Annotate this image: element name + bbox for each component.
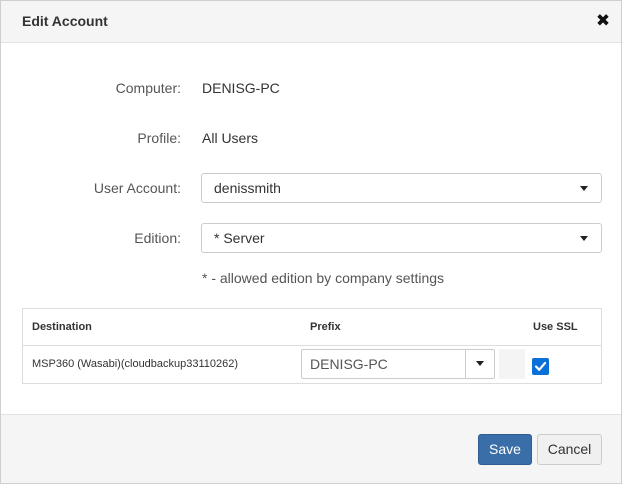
table-header: Destination Prefix Use SSL [23,309,601,346]
user-account-select[interactable]: denissmith [201,173,602,203]
chevron-down-icon [580,186,588,191]
destination-cell: MSP360 (Wasabi)(cloudbackup33110262) [32,358,239,370]
prefix-spacer [499,349,525,379]
cancel-button[interactable]: Cancel [537,434,602,465]
save-button[interactable]: Save [478,434,532,465]
chevron-down-icon [580,236,588,241]
edition-note: * - allowed edition by company settings [202,270,445,286]
prefix-dropdown-toggle[interactable] [465,350,494,378]
dialog-header: Edit Account ✖ [1,1,621,43]
prefix-select[interactable]: DENISG-PC [301,349,495,379]
checkmark-icon [534,361,547,371]
use-ssl-column-header: Use SSL [533,321,578,333]
user-account-label: User Account: [93,180,181,196]
edition-selected: * Server [214,230,265,246]
user-account-selected: denissmith [214,180,281,196]
chevron-down-icon [476,361,484,366]
destination-column-header: Destination [32,321,92,333]
prefix-selected: DENISG-PC [310,356,388,372]
use-ssl-checkbox[interactable] [532,358,549,375]
dialog-title: Edit Account [22,13,108,29]
close-icon[interactable]: ✖ [595,12,611,30]
dialog-footer: Save Cancel [1,414,621,483]
computer-value: DENISG-PC [202,80,280,96]
edition-label: Edition: [134,230,181,246]
profile-value: All Users [202,130,259,146]
edit-account-dialog: Edit Account ✖ Computer: DENISG-PC Profi… [0,0,622,484]
destinations-table: Destination Prefix Use SSL MSP360 (Wasab… [22,308,602,384]
edition-select[interactable]: * Server [201,223,602,253]
computer-label: Computer: [115,80,181,96]
prefix-column-header: Prefix [310,321,341,333]
profile-label: Profile: [137,130,181,146]
table-row: MSP360 (Wasabi)(cloudbackup33110262) DEN… [23,346,601,383]
